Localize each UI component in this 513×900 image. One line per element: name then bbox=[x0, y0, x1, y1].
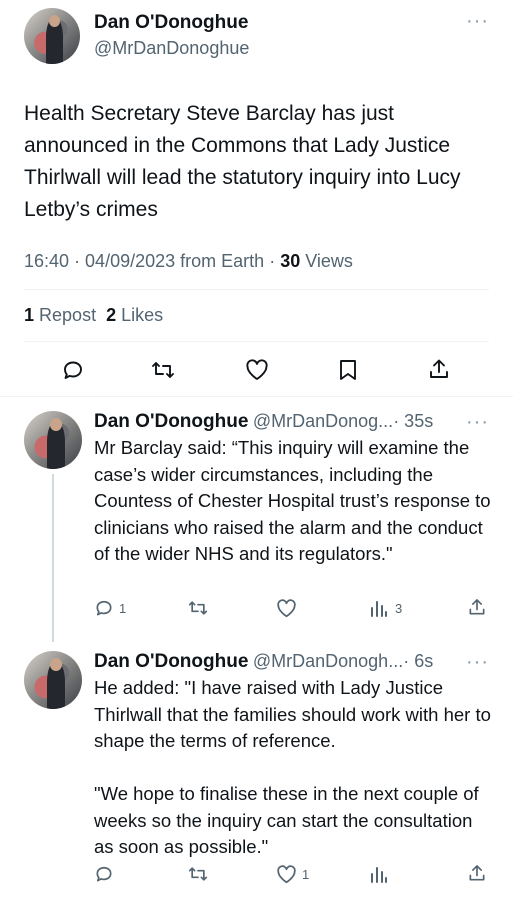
likes-count: 2 bbox=[106, 305, 117, 325]
reposts-label: Repost bbox=[39, 305, 97, 325]
bookmark-icon[interactable] bbox=[337, 358, 359, 382]
views-icon[interactable] bbox=[369, 865, 389, 884]
reply-time[interactable]: · 35s bbox=[393, 411, 433, 431]
views-count: 30 bbox=[280, 251, 301, 271]
reply-author-handle[interactable]: @MrDanDonogh... bbox=[253, 651, 403, 671]
tweet-meta: 16:40 · 04/09/2023 from Earth · 30 Views bbox=[24, 251, 353, 271]
reply-icon[interactable] bbox=[94, 864, 114, 884]
more-options-icon[interactable]: ··· bbox=[466, 651, 489, 674]
share-icon[interactable] bbox=[467, 863, 487, 883]
more-options-icon[interactable]: ··· bbox=[466, 10, 489, 33]
thread-line bbox=[52, 474, 54, 642]
repost-icon[interactable] bbox=[150, 358, 176, 382]
engagement-stats: 1 Repost 2 Likes bbox=[24, 305, 163, 326]
reply-author-name[interactable]: Dan O'Donoghue bbox=[94, 651, 248, 672]
reply-author-handle[interactable]: @MrDanDonog... bbox=[253, 411, 393, 431]
divider bbox=[24, 341, 489, 342]
author-handle[interactable]: @MrDanDonoghue bbox=[94, 38, 249, 59]
share-icon[interactable] bbox=[427, 357, 451, 381]
reply-header: Dan O'Donoghue @MrDanDonog...· 35s bbox=[94, 411, 433, 433]
tweet-date[interactable]: 04/09/2023 bbox=[85, 251, 175, 271]
repost-icon[interactable] bbox=[187, 864, 209, 884]
reply-time[interactable]: · 6s bbox=[403, 651, 433, 671]
avatar[interactable] bbox=[24, 8, 80, 64]
reposts-link[interactable]: 1 Repost bbox=[24, 305, 96, 325]
reply-text: Mr Barclay said: “This inquiry will exam… bbox=[94, 437, 496, 564]
reposts-count: 1 bbox=[24, 305, 35, 325]
repost-icon[interactable] bbox=[187, 598, 209, 618]
reply-author-name[interactable]: Dan O'Donoghue bbox=[94, 411, 248, 432]
reply-avatar[interactable] bbox=[24, 411, 82, 469]
reply-header: Dan O'Donoghue @MrDanDonogh...· 6s bbox=[94, 651, 433, 673]
reply-icon[interactable] bbox=[94, 598, 114, 618]
reply-avatar[interactable] bbox=[24, 651, 82, 709]
reply-text: He added: "I have raised with Lady Justi… bbox=[94, 677, 491, 857]
heart-icon[interactable] bbox=[276, 865, 297, 884]
tweet-source: from Earth bbox=[180, 251, 265, 271]
divider bbox=[24, 289, 489, 290]
reply-icon[interactable] bbox=[61, 358, 85, 382]
views-count: 3 bbox=[395, 601, 403, 616]
reply-count: 1 bbox=[119, 601, 127, 616]
like-count: 1 bbox=[302, 867, 310, 882]
heart-icon[interactable] bbox=[276, 599, 297, 618]
views-icon[interactable] bbox=[369, 599, 389, 618]
more-options-icon[interactable]: ··· bbox=[466, 411, 489, 434]
heart-icon[interactable] bbox=[245, 359, 269, 381]
share-icon[interactable] bbox=[467, 597, 487, 617]
likes-link[interactable]: 2 Likes bbox=[106, 305, 163, 325]
tweet-text: Health Secretary Steve Barclay has just … bbox=[24, 102, 461, 221]
tweet-time[interactable]: 16:40 bbox=[24, 251, 69, 271]
views-label: Views bbox=[305, 251, 353, 271]
likes-label: Likes bbox=[121, 305, 164, 325]
divider bbox=[0, 396, 513, 397]
author-name[interactable]: Dan O'Donoghue bbox=[94, 12, 248, 34]
